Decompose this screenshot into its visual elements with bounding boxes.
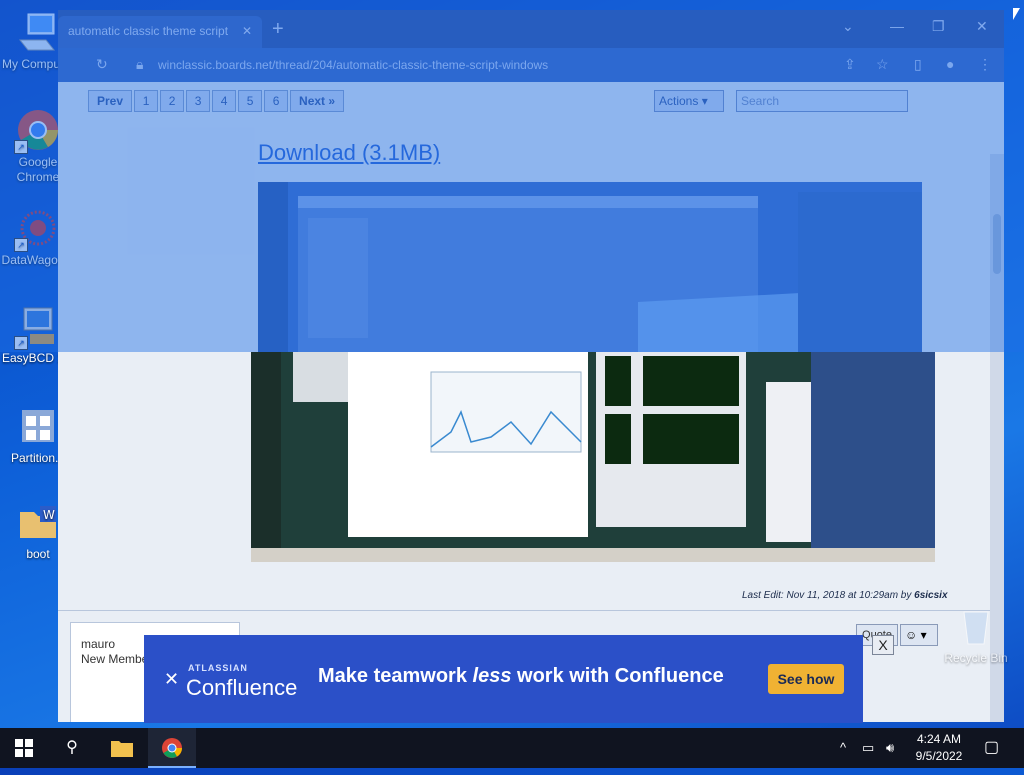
download-link[interactable]: Download (3.1MB) — [258, 140, 440, 166]
pager-prev[interactable]: Prev — [88, 90, 133, 112]
scrollbar-thumb[interactable] — [993, 214, 1001, 274]
desktop-icon-label: Recycle Bin — [944, 651, 1008, 665]
search-input[interactable]: Search — [736, 90, 908, 112]
shortcut-arrow-icon: ↗ — [14, 336, 28, 350]
close-tab-icon[interactable]: ✕ — [242, 16, 252, 46]
chevron-down-icon[interactable]: ⌄ — [842, 18, 854, 35]
chevron-down-icon: ▾ — [701, 94, 708, 108]
easybcd-icon: ↗ — [14, 304, 60, 350]
screenshot-image-bottom — [251, 352, 935, 562]
chrome-icon: ↗ — [14, 108, 60, 154]
lock-icon[interactable]: 🔒︎ — [136, 56, 143, 73]
screenshot-image-top — [258, 182, 922, 352]
sidebar-icon[interactable]: ▯ — [914, 56, 922, 73]
tab-bar: automatic classic theme script ✕ + ⌄ — ❐… — [58, 10, 1004, 48]
actions-label: Actions — [659, 94, 699, 108]
taskbar: ⚲ ^ ▭ 🔊︎ 4:24 AM 9/5/2022 ▢ — [0, 728, 1024, 768]
browser-window: automatic classic theme script ✕ + ⌄ — ❐… — [58, 10, 1004, 722]
start-button[interactable] — [0, 728, 48, 768]
svg-text:W: W — [43, 508, 55, 522]
shortcut-arrow-icon: ↗ — [14, 140, 28, 154]
last-edit-text: Last Edit: Nov 11, 2018 at 10:29am by — [742, 590, 915, 601]
author-name[interactable]: mauro — [81, 637, 115, 651]
browser-tab[interactable]: automatic classic theme script ✕ — [58, 16, 262, 48]
reload-icon[interactable]: ↻ — [96, 56, 108, 73]
pager-page[interactable]: 1 — [134, 90, 159, 112]
actions-dropdown[interactable]: Actions ▾ — [654, 90, 724, 112]
new-tab-icon[interactable]: + — [272, 18, 284, 41]
post-divider — [58, 610, 1004, 611]
last-edit-info: Last Edit: Nov 11, 2018 at 10:29am by 6s… — [742, 590, 948, 601]
share-icon[interactable]: ⇪ — [844, 56, 856, 73]
ad-tagline-em: less — [472, 665, 512, 687]
last-edit-user[interactable]: 6sicsix — [914, 590, 947, 601]
ad-tagline-post: work with Confluence — [511, 665, 724, 687]
chrome-taskbar-icon[interactable] — [148, 728, 196, 768]
menu-icon[interactable]: ⋮ — [978, 56, 992, 73]
chevron-up-icon[interactable]: ^ — [840, 728, 846, 768]
profile-icon[interactable]: ● — [946, 56, 954, 72]
network-icon[interactable]: ▭ — [862, 728, 874, 768]
datawagon-icon: ↗ — [14, 206, 60, 252]
pager-page[interactable]: 3 — [186, 90, 211, 112]
address-bar: ↻ 🔒︎ winclassic.boards.net/thread/204/au… — [58, 48, 1004, 82]
ad-brand: Confluence — [186, 675, 298, 700]
mouse-cursor-icon — [1013, 8, 1020, 20]
clock-time: 4:24 AM — [916, 732, 962, 746]
pager-next[interactable]: Next » — [290, 90, 345, 112]
shortcut-arrow-icon: ↗ — [14, 238, 28, 252]
folder-icon: W — [16, 500, 60, 544]
pager-page[interactable]: 6 — [264, 90, 289, 112]
ad-tagline-pre: Make teamwork — [318, 665, 473, 687]
minimize-icon[interactable]: — — [890, 18, 904, 34]
windows-logo-icon — [15, 739, 33, 757]
confluence-logo-icon: ✕ — [164, 669, 180, 689]
clock-date: 9/5/2022 — [915, 749, 963, 763]
partition-icon — [16, 404, 60, 448]
confluence-ad-banner[interactable]: ✕ ATLASSIAN Confluence Make teamwork les… — [144, 635, 894, 723]
file-explorer-icon[interactable] — [98, 728, 146, 768]
desktop-icon-recycle-bin[interactable]: Recycle Bin — [938, 604, 1014, 666]
computer-icon — [16, 10, 60, 54]
pager-page[interactable]: 4 — [212, 90, 237, 112]
ad-brand-small: ATLASSIAN — [188, 663, 248, 673]
volume-icon[interactable]: 🔊︎ — [886, 728, 894, 768]
close-window-icon[interactable]: ✕ — [976, 18, 988, 35]
star-icon[interactable]: ☆ — [876, 56, 889, 73]
pager-page[interactable]: 5 — [238, 90, 263, 112]
recycle-bin-icon — [954, 604, 998, 648]
page-content: Prev 1 2 3 4 5 6 Next » Actions ▾ Search… — [58, 82, 1004, 722]
url-field[interactable]: winclassic.boards.net/thread/204/automat… — [158, 54, 858, 76]
search-icon[interactable]: ⚲ — [48, 728, 96, 768]
restore-icon[interactable]: ❐ — [932, 18, 945, 35]
reaction-button[interactable]: ☺ ▾ — [900, 624, 938, 646]
ad-tagline: Make teamwork less work with Confluence — [318, 665, 724, 688]
tab-title: automatic classic theme script — [68, 24, 229, 38]
see-how-button[interactable]: See how — [768, 664, 844, 694]
smiley-icon: ☺ ▾ — [905, 628, 927, 642]
system-clock[interactable]: 4:24 AM 9/5/2022 — [904, 731, 974, 765]
notification-icon[interactable]: ▢ — [984, 728, 999, 768]
pagination: Prev 1 2 3 4 5 6 Next » — [88, 90, 345, 112]
pager-page[interactable]: 2 — [160, 90, 185, 112]
author-rank: New Member — [81, 652, 153, 666]
ad-close-button[interactable]: X — [872, 635, 894, 655]
